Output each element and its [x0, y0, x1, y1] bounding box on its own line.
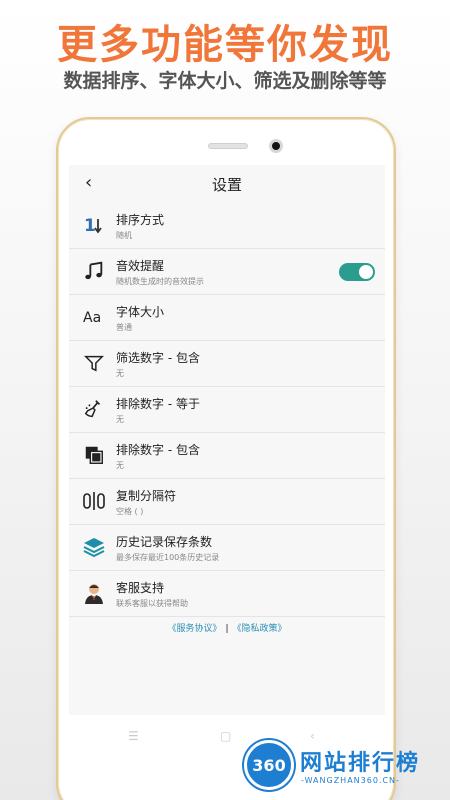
setting-title: 复制分隔符 — [116, 489, 177, 503]
phone-frame: ‹ 设置 1 排序方式 随机 音效提醒 随机数生成时的音效提示 Aa 字体大小 … — [56, 117, 396, 800]
settings-screen: ‹ 设置 1 排序方式 随机 音效提醒 随机数生成时的音效提示 Aa 字体大小 … — [69, 165, 385, 715]
setting-item-exclude-equal[interactable]: 排除数字 - 等于 无 — [69, 387, 385, 433]
setting-title: 排除数字 - 包含 — [116, 443, 200, 457]
phone-speaker — [208, 143, 248, 149]
toggle-knob — [359, 265, 373, 279]
setting-item-font[interactable]: Aa 字体大小 普通 — [69, 295, 385, 341]
setting-value: 最多保存最近100条历史记录 — [116, 553, 220, 562]
setting-value: 无 — [116, 369, 124, 378]
filter-icon — [82, 351, 106, 375]
watermark-name: 网站排行榜 — [300, 751, 421, 776]
phone-camera — [269, 139, 283, 153]
setting-item-exclude-contain[interactable]: 排除数字 - 包含 无 — [69, 433, 385, 479]
setting-title: 筛选数字 - 包含 — [116, 351, 200, 365]
promo-title: 更多功能等你发现 — [57, 22, 393, 68]
promo-subtitle: 数据排序、字体大小、筛选及删除等等 — [63, 70, 387, 92]
setting-title: 历史记录保存条数 — [116, 535, 213, 549]
back-icon[interactable]: ‹ — [310, 729, 315, 743]
sound-toggle[interactable] — [339, 263, 375, 281]
terms-link[interactable]: 《服务协议》 — [167, 624, 221, 634]
watermark-url: -WANGZHAN360.CN- — [301, 776, 400, 785]
footer-links: 《服务协议》 | 《隐私政策》 — [69, 621, 385, 634]
setting-item-filter[interactable]: 筛选数字 - 包含 无 — [69, 341, 385, 387]
setting-value: 随机 — [116, 231, 132, 240]
setting-value: 联系客服以获得帮助 — [116, 599, 188, 608]
setting-item-separator[interactable]: 复制分隔符 空格 ( ) — [69, 479, 385, 525]
link-separator: | — [225, 624, 229, 634]
broom-icon — [82, 397, 106, 421]
separator-icon — [82, 489, 106, 513]
setting-title: 客服支持 — [116, 581, 165, 595]
setting-value: 随机数生成时的音效提示 — [116, 277, 204, 286]
setting-value: 空格 ( ) — [116, 507, 144, 516]
support-agent-icon — [82, 581, 106, 605]
music-note-icon — [82, 259, 106, 283]
setting-value: 无 — [116, 415, 124, 424]
setting-item-sort[interactable]: 1 排序方式 随机 — [69, 203, 385, 249]
watermark-badge: 360 — [244, 740, 294, 790]
setting-value: 无 — [116, 461, 124, 470]
setting-item-history[interactable]: 历史记录保存条数 最多保存最近100条历史记录 — [69, 525, 385, 571]
setting-title: 排除数字 - 等于 — [116, 397, 200, 411]
setting-item-support[interactable]: 客服支持 联系客服以获得帮助 — [69, 571, 385, 617]
sort-icon: 1 — [82, 213, 106, 237]
copy-squares-icon — [82, 443, 106, 467]
layers-icon — [82, 535, 106, 559]
svg-text:Aa: Aa — [83, 310, 101, 326]
svg-text:1: 1 — [84, 216, 96, 236]
home-icon[interactable]: ▢ — [220, 729, 231, 743]
page-title: 设置 — [211, 176, 242, 194]
font-size-icon: Aa — [82, 305, 106, 329]
setting-title: 字体大小 — [116, 305, 165, 319]
setting-title: 排序方式 — [116, 213, 165, 227]
setting-item-sound[interactable]: 音效提醒 随机数生成时的音效提示 — [69, 249, 385, 295]
menu-icon[interactable]: ☰ — [128, 729, 139, 743]
setting-title: 音效提醒 — [116, 259, 165, 273]
settings-list: 1 排序方式 随机 音效提醒 随机数生成时的音效提示 Aa 字体大小 普通 筛选… — [69, 203, 385, 617]
setting-value: 普通 — [116, 323, 132, 332]
privacy-link[interactable]: 《隐私政策》 — [233, 624, 287, 634]
top-bar: ‹ 设置 — [69, 165, 385, 203]
